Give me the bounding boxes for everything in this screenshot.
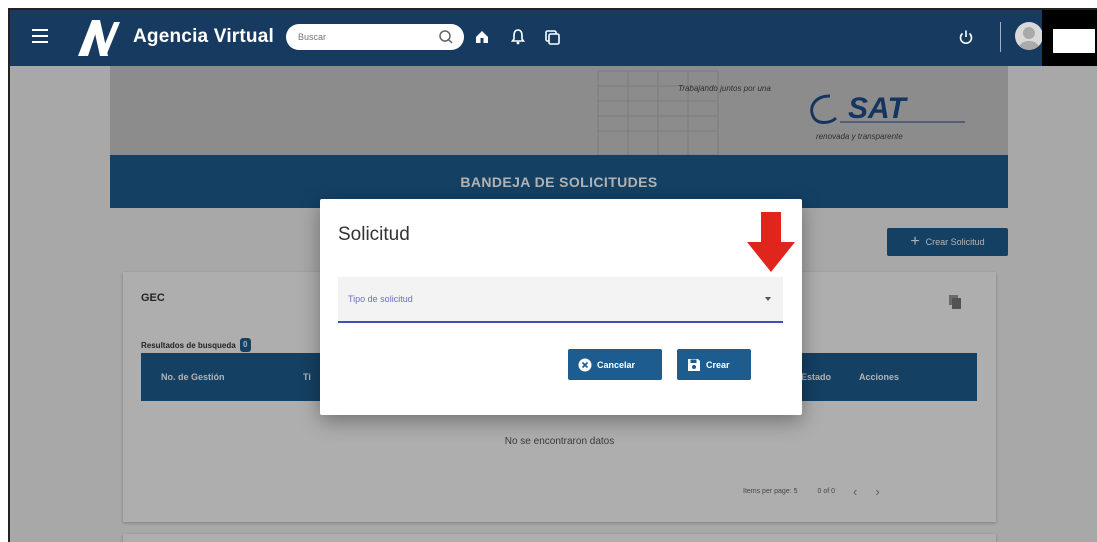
redacted-user-name: [1053, 29, 1095, 53]
request-dialog: Solicitud Tipo de solicitud Cancelar Cre…: [320, 199, 802, 415]
app-frame: Agencia Virtual Buscar Trabajando juntos…: [8, 8, 1097, 542]
menu-icon[interactable]: [32, 29, 48, 43]
save-icon: [688, 358, 700, 371]
user-avatar[interactable]: [1015, 22, 1043, 50]
create-label: Crear: [706, 359, 730, 370]
search-icon[interactable]: [438, 29, 454, 45]
home-icon[interactable]: [472, 27, 492, 47]
power-icon[interactable]: [956, 27, 976, 47]
search-input[interactable]: [298, 32, 438, 42]
red-down-arrow-icon: [747, 212, 795, 272]
request-type-label: Tipo de solicitud: [348, 294, 413, 304]
cancel-icon: [578, 358, 592, 371]
chevron-down-icon[interactable]: [765, 297, 771, 301]
request-type-select[interactable]: Tipo de solicitud: [338, 277, 783, 323]
user-icon: [1019, 27, 1039, 50]
search-bar[interactable]: [286, 24, 464, 50]
top-navbar: Agencia Virtual: [10, 10, 1097, 66]
copy-icon[interactable]: [542, 27, 562, 47]
agencia-virtual-logo[interactable]: [76, 18, 120, 58]
cancel-button[interactable]: Cancelar: [568, 349, 662, 380]
cancel-label: Cancelar: [597, 359, 636, 370]
create-button[interactable]: Crear: [677, 349, 751, 380]
toolbar-divider: [1000, 22, 1001, 52]
app-title: Agencia Virtual: [133, 26, 274, 47]
dialog-title: Solicitud: [338, 224, 410, 245]
bell-icon[interactable]: [508, 27, 528, 47]
